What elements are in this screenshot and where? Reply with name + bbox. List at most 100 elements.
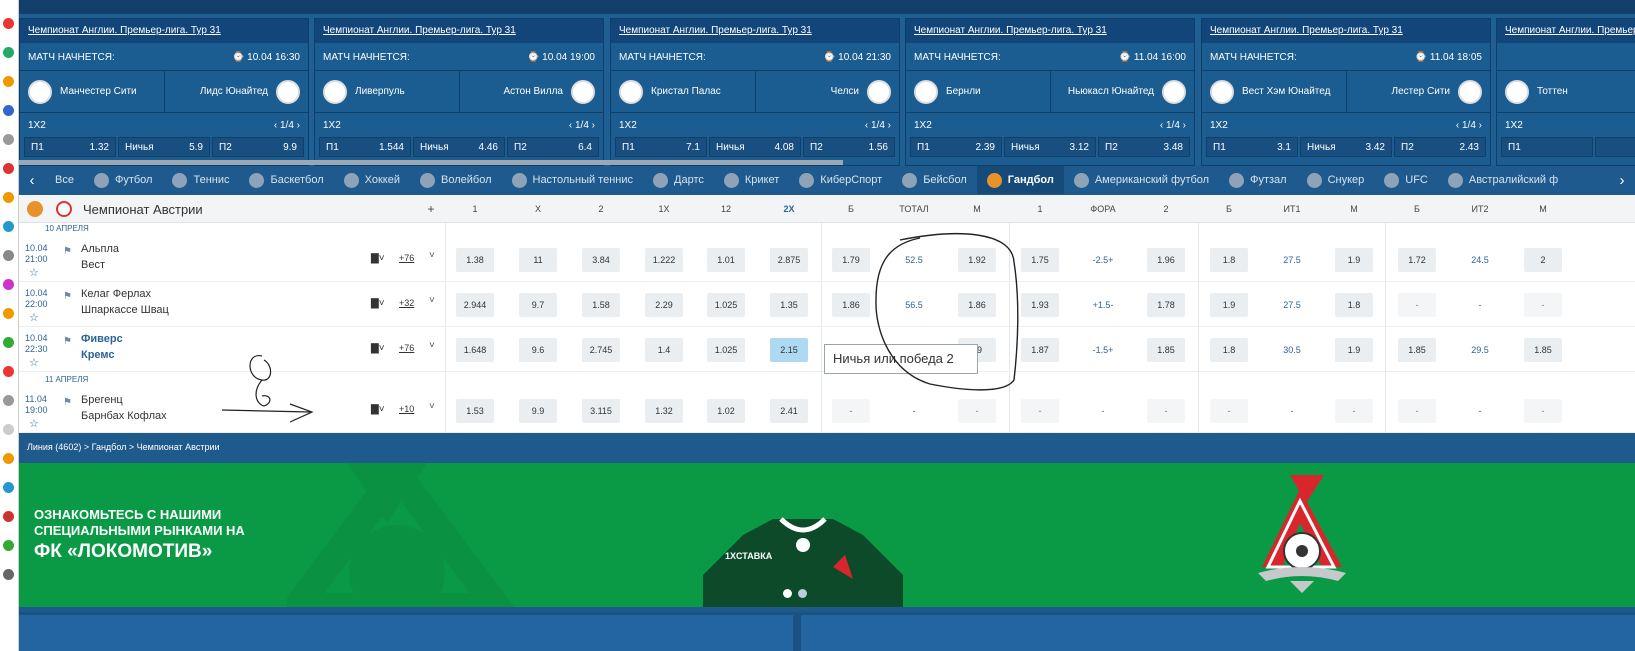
- odds-cell[interactable]: 1.648: [456, 338, 494, 362]
- odds-cell[interactable]: 1.025: [707, 293, 745, 317]
- odds-cell[interactable]: -: [1335, 399, 1373, 423]
- odds-cell[interactable]: -: [1147, 399, 1185, 423]
- odds-cell[interactable]: 1.58: [582, 293, 620, 317]
- odds-cell[interactable]: 2: [1524, 248, 1562, 272]
- odd-draw[interactable]: Ничья 3.42: [1300, 137, 1392, 157]
- sidebar-sport-icon[interactable]: [3, 424, 14, 435]
- column-header[interactable]: ИТ1: [1284, 204, 1301, 214]
- more-markets-link[interactable]: +76: [399, 253, 414, 263]
- chevron-down-icon[interactable]: ˅: [429, 250, 435, 261]
- odds-cell[interactable]: 56.5: [895, 293, 933, 317]
- match-card[interactable]: Чемпионат Англии. Премьер-лига. Тур 31 М…: [1201, 18, 1491, 166]
- sidebar-sport-icon[interactable]: [3, 76, 14, 87]
- odds-cell[interactable]: 1.38: [456, 248, 494, 272]
- market-pager[interactable]: ‹ 1/4 ›: [1160, 120, 1186, 131]
- event-row[interactable]: 10.04 21:00 ☆ ⚑ Альпла Вест ▇˅ +76 ˅ 1.38 1…: [19, 237, 1635, 282]
- odds-cell[interactable]: 3.115: [582, 399, 620, 423]
- more-markets-link[interactable]: +10: [399, 404, 414, 414]
- odds-cell[interactable]: -: [1210, 399, 1248, 423]
- odds-cell[interactable]: 1.02: [707, 399, 745, 423]
- odd-home[interactable]: П1 2.39: [910, 137, 1002, 157]
- odd-home[interactable]: П1 1.32: [24, 137, 116, 157]
- odds-cell[interactable]: 1.78: [1147, 293, 1185, 317]
- odd-away[interactable]: П2 2.43: [1394, 137, 1486, 157]
- odds-cell[interactable]: 52.5: [895, 248, 933, 272]
- promo-banner[interactable]: ОЗНАКОМЬТЕСЬ С НАШИМИ СПЕЦИАЛЬНЫМИ РЫНКА…: [19, 463, 1635, 607]
- odds-cell[interactable]: 1.8: [1210, 338, 1248, 362]
- sport-tab[interactable]: Крикет: [714, 166, 789, 194]
- column-header[interactable]: Б: [1226, 204, 1232, 214]
- market-pager[interactable]: ‹ 1/4 ›: [569, 120, 595, 131]
- column-header[interactable]: М: [1350, 204, 1358, 214]
- event-row[interactable]: 10.04 22:00 ☆ ⚑ Келаг Ферлах Шпаркассе Шв…: [19, 282, 1635, 327]
- sidebar-sport-icon[interactable]: [3, 250, 14, 261]
- market-pager[interactable]: ‹ 1/4 ›: [1456, 120, 1482, 131]
- stats-icon[interactable]: ▇˅: [371, 253, 385, 264]
- odds-cell[interactable]: -: [1021, 399, 1059, 423]
- odd-draw[interactable]: Ничья 4.08: [709, 137, 801, 157]
- odds-cell[interactable]: 1.8: [1335, 293, 1373, 317]
- breadcrumb[interactable]: Линия (4602) > Гандбол > Чемпионат Австр…: [19, 433, 1635, 461]
- star-icon[interactable]: ☆: [29, 356, 39, 369]
- chevron-right-icon[interactable]: ›: [1476, 120, 1482, 131]
- odds-cell[interactable]: 24.5: [1461, 248, 1499, 272]
- odds-cell[interactable]: -: [1524, 293, 1562, 317]
- odds-cell[interactable]: -2.5+: [1084, 248, 1122, 272]
- column-header[interactable]: 1X: [658, 204, 669, 214]
- chevron-right-icon[interactable]: ›: [589, 120, 595, 131]
- odd-draw[interactable]: Ничья 4.46: [413, 137, 505, 157]
- sidebar-sport-icon[interactable]: [3, 47, 14, 58]
- odd-away[interactable]: П2 3.48: [1098, 137, 1190, 157]
- odds-cell[interactable]: 11: [519, 248, 557, 272]
- star-icon[interactable]: ☆: [29, 266, 39, 279]
- odds-cell[interactable]: 2.29: [645, 293, 683, 317]
- match-card[interactable]: Чемпионат Англии. Премьер-лига. Тур 31 М…: [905, 18, 1195, 166]
- odds-cell[interactable]: 1.86: [832, 293, 870, 317]
- sidebar-sport-icon[interactable]: [3, 308, 14, 319]
- away-team[interactable]: Кремс: [81, 349, 115, 361]
- odds-cell[interactable]: -: [832, 399, 870, 423]
- card-league-link[interactable]: Чемпионат Англии. Премьер-лига. Тур 31: [1202, 19, 1490, 43]
- column-header[interactable]: Б: [1414, 204, 1420, 214]
- sidebar-sport-icon[interactable]: [3, 163, 14, 174]
- odds-cell[interactable]: 1.32: [645, 399, 683, 423]
- odd-draw[interactable]: Ничья 5.9: [118, 137, 210, 157]
- promo-pager[interactable]: [783, 589, 807, 598]
- nav-prev-icon[interactable]: ‹: [19, 172, 45, 189]
- odd-draw[interactable]: [1595, 137, 1635, 157]
- odds-cell[interactable]: -: [1398, 293, 1436, 317]
- sport-tab[interactable]: UFC: [1374, 166, 1438, 194]
- card-league-link[interactable]: Чемпионат Англии. Премьер-лига. Тур 31: [906, 19, 1194, 43]
- sport-tab[interactable]: Волейбол: [410, 166, 502, 194]
- column-header[interactable]: X: [535, 204, 541, 214]
- away-team[interactable]: Вест: [81, 259, 105, 271]
- odds-cell[interactable]: 27.5: [1273, 248, 1311, 272]
- sidebar-sport-icon[interactable]: [3, 482, 14, 493]
- odds-cell[interactable]: 1.93: [1021, 293, 1059, 317]
- odd-home[interactable]: П1 7.1: [615, 137, 707, 157]
- odds-cell[interactable]: 2.15: [770, 338, 808, 362]
- match-card[interactable]: Чемпионат Англии. Премьер-лига. Тур 31 М…: [19, 18, 309, 166]
- odds-cell[interactable]: 1.92: [958, 248, 996, 272]
- sidebar-sport-icon[interactable]: [3, 395, 14, 406]
- sidebar-sport-icon[interactable]: [3, 569, 14, 580]
- odds-cell[interactable]: 1.75: [1021, 248, 1059, 272]
- home-team[interactable]: Альпла: [81, 243, 119, 255]
- column-header[interactable]: М: [1539, 204, 1547, 214]
- add-all-button[interactable]: +: [427, 202, 434, 216]
- pager-dot[interactable]: [798, 589, 807, 598]
- star-icon[interactable]: ☆: [29, 311, 39, 324]
- odd-draw[interactable]: Ничья 3.12: [1004, 137, 1096, 157]
- away-team[interactable]: Шпаркассе Швац: [81, 304, 169, 316]
- chevron-right-icon[interactable]: ›: [294, 120, 300, 131]
- odds-cell[interactable]: 1.85: [1398, 338, 1436, 362]
- chevron-down-icon[interactable]: ˅: [429, 340, 435, 351]
- card-league-link[interactable]: Чемпионат Англии. Премьер-лига. Тур 31: [20, 19, 308, 43]
- sidebar-sport-icon[interactable]: [3, 337, 14, 348]
- odds-cell[interactable]: 1.4: [645, 338, 683, 362]
- market-pager[interactable]: ‹ 1/4 ›: [865, 120, 891, 131]
- nav-next-icon[interactable]: ›: [1609, 171, 1635, 189]
- sidebar-sport-icon[interactable]: [3, 18, 14, 29]
- sidebar-sport-icon[interactable]: [3, 540, 14, 551]
- more-markets-link[interactable]: +76: [399, 343, 414, 353]
